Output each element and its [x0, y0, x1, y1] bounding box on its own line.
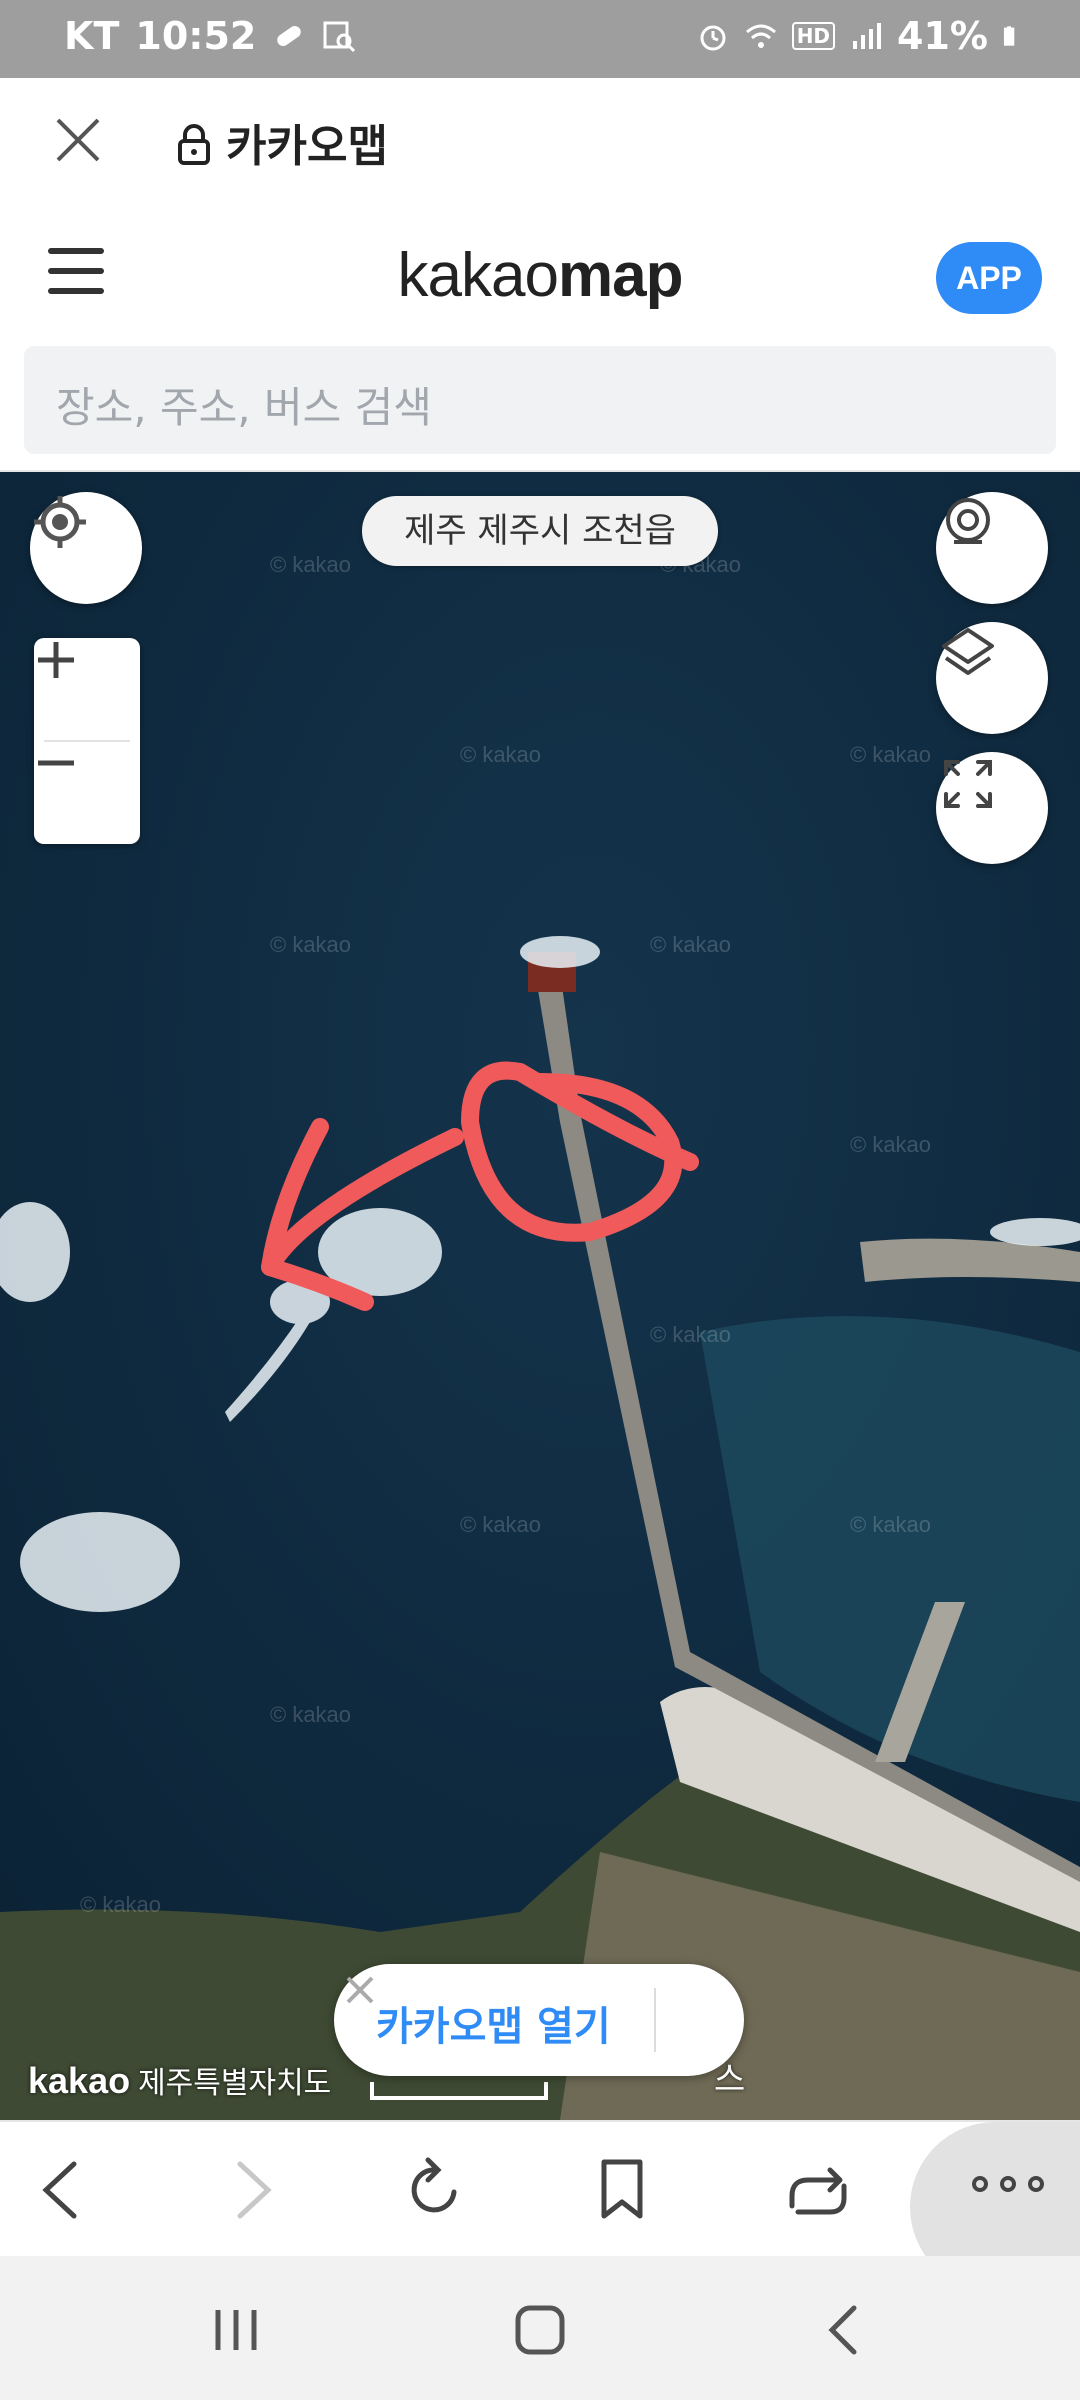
share-icon[interactable]: [778, 2150, 858, 2230]
zoom-in-button[interactable]: [34, 638, 140, 741]
fullscreen-icon: [944, 760, 992, 808]
home-icon[interactable]: [510, 2302, 570, 2358]
watermark: © kakao: [850, 1512, 931, 1537]
roadview-button[interactable]: [936, 492, 1048, 604]
open-kakaomap-button[interactable]: 카카오맵 열기: [376, 1994, 611, 2052]
search-input[interactable]: 장소, 주소, 버스 검색: [24, 346, 1056, 454]
page-title: 카카오맵: [226, 121, 388, 172]
browser-toolbar: [0, 2120, 1080, 2292]
watermark: © kakao: [270, 1702, 351, 1727]
wifi-icon: [745, 24, 776, 48]
close-icon[interactable]: [46, 108, 110, 172]
current-location-button[interactable]: [30, 492, 142, 604]
watermark: © kakao: [270, 552, 351, 577]
map-attribution: kakao 제주특별자치도: [28, 2060, 332, 2101]
chart-search-icon: [323, 21, 356, 53]
plus-icon: [38, 642, 74, 678]
pill-icon: [277, 25, 302, 47]
watermark: © kakao: [80, 1892, 161, 1917]
watermark: © kakao: [850, 742, 931, 767]
hd-badge: HD: [791, 22, 836, 50]
kakao-logo: kakao: [28, 2060, 131, 2101]
roadview-icon: [946, 498, 990, 544]
search-placeholder: 장소, 주소, 버스 검색: [56, 383, 432, 432]
signal-icon: [853, 23, 882, 49]
watermark: © kakao: [460, 742, 541, 767]
satellite-map: © kakao © kakao © kakao © kakao © kakao …: [0, 472, 1080, 2120]
kakaomap-header: kakaomap APP: [0, 206, 1080, 342]
battery-icon: [1003, 26, 1015, 46]
watermark: © kakao: [650, 932, 731, 957]
map-view[interactable]: © kakao © kakao © kakao © kakao © kakao …: [0, 472, 1080, 2120]
watermark: © kakao: [460, 1512, 541, 1537]
zoom-out-button[interactable]: [34, 741, 140, 844]
divider: [654, 1988, 656, 2052]
battery-percent: 41%: [897, 14, 988, 58]
layers-icon: [942, 628, 994, 675]
zoom-control: [34, 638, 140, 844]
close-icon[interactable]: [334, 1964, 386, 2016]
location-label: 제주 제주시 조천읍: [362, 496, 718, 566]
system-back-icon[interactable]: [814, 2302, 874, 2358]
lock-icon: [178, 124, 210, 165]
kakaomap-logo: kakaomap: [397, 241, 684, 310]
watermark: © kakao: [650, 1322, 731, 1347]
layers-button[interactable]: [936, 622, 1048, 734]
more-icon: [972, 2176, 1044, 2192]
forward-icon[interactable]: [212, 2150, 292, 2230]
system-nav-bar: [0, 2256, 1080, 2400]
watermark: © kakao: [850, 1132, 931, 1157]
watermark: © kakao: [270, 932, 351, 957]
app-button[interactable]: APP: [936, 242, 1042, 314]
carrier-label: KT: [64, 14, 120, 58]
status-bar: KT 10:52 HD 41%: [0, 0, 1080, 78]
bookmark-icon[interactable]: [582, 2150, 662, 2230]
alarm-icon: [700, 25, 726, 51]
minus-icon: [38, 760, 74, 766]
scale-bar: [370, 2082, 548, 2100]
time-label: 10:52: [135, 14, 257, 58]
back-icon[interactable]: [22, 2150, 102, 2230]
current-location-icon: [34, 496, 86, 548]
fullscreen-button[interactable]: [936, 752, 1048, 864]
open-kakaomap-pill: 카카오맵 열기: [334, 1964, 744, 2076]
recent-apps-icon[interactable]: [206, 2302, 266, 2358]
browser-header: 카카오맵: [0, 78, 1080, 208]
reload-icon[interactable]: [396, 2150, 476, 2230]
